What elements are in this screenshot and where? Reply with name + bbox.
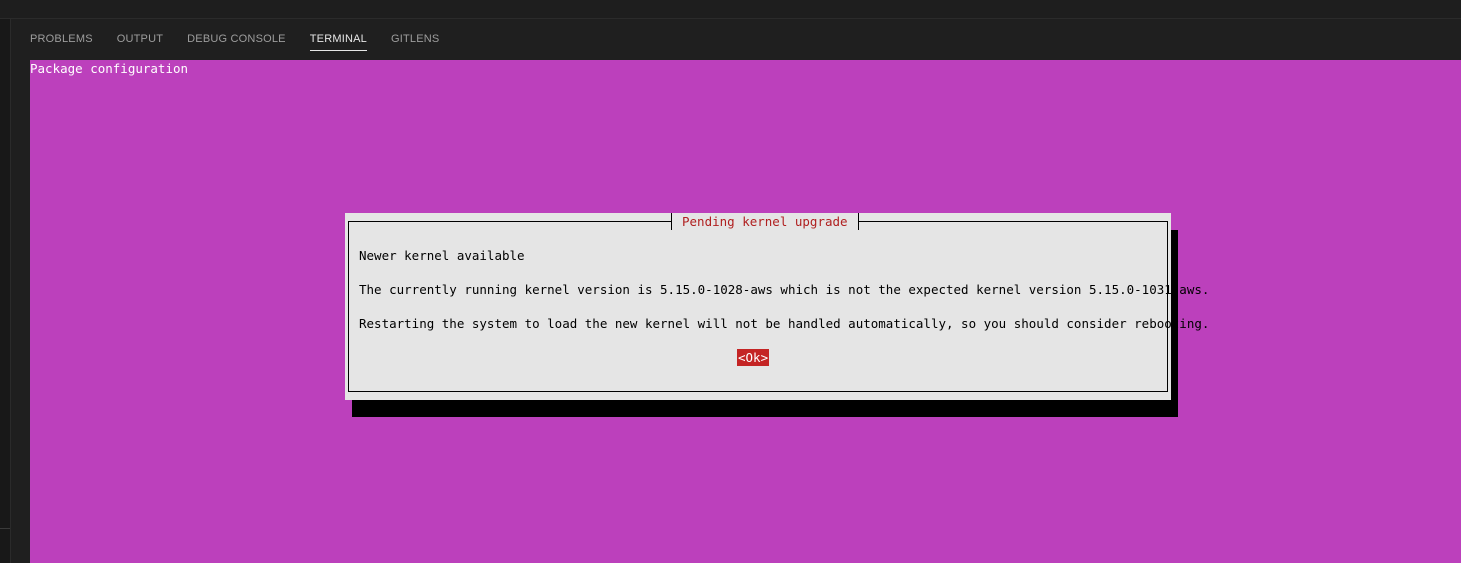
tab-gitlens[interactable]: GITLENS — [391, 19, 439, 59]
panel-tab-bar: PROBLEMS OUTPUT DEBUG CONSOLE TERMINAL G… — [11, 19, 1461, 59]
editor-area-edge — [0, 0, 1461, 19]
tab-problems[interactable]: PROBLEMS — [30, 19, 93, 59]
tab-terminal[interactable]: TERMINAL — [309, 19, 368, 59]
tab-output[interactable]: OUTPUT — [117, 19, 163, 59]
activity-gutter — [0, 19, 11, 563]
bottom-panel: PROBLEMS OUTPUT DEBUG CONSOLE TERMINAL G… — [11, 19, 1461, 563]
dialog-title: Pending kernel upgrade — [671, 213, 859, 230]
dialog-message-reboot: Restarting the system to load the new ke… — [359, 316, 1210, 331]
kernel-upgrade-dialog: Pending kernel upgrade Newer kernel avai… — [345, 213, 1209, 400]
terminal-view[interactable]: Package configuration Pending kernel upg… — [30, 60, 1461, 563]
tab-debug-console[interactable]: DEBUG CONSOLE — [187, 19, 286, 59]
vscode-window: PROBLEMS OUTPUT DEBUG CONSOLE TERMINAL G… — [0, 0, 1461, 563]
dialog-heading: Newer kernel available — [359, 248, 525, 263]
gutter-divider — [0, 528, 10, 529]
dialog-message-kernel-version: The currently running kernel version is … — [359, 282, 1210, 297]
package-configuration-title: Package configuration — [30, 61, 189, 76]
ok-button[interactable]: <Ok> — [737, 349, 770, 366]
